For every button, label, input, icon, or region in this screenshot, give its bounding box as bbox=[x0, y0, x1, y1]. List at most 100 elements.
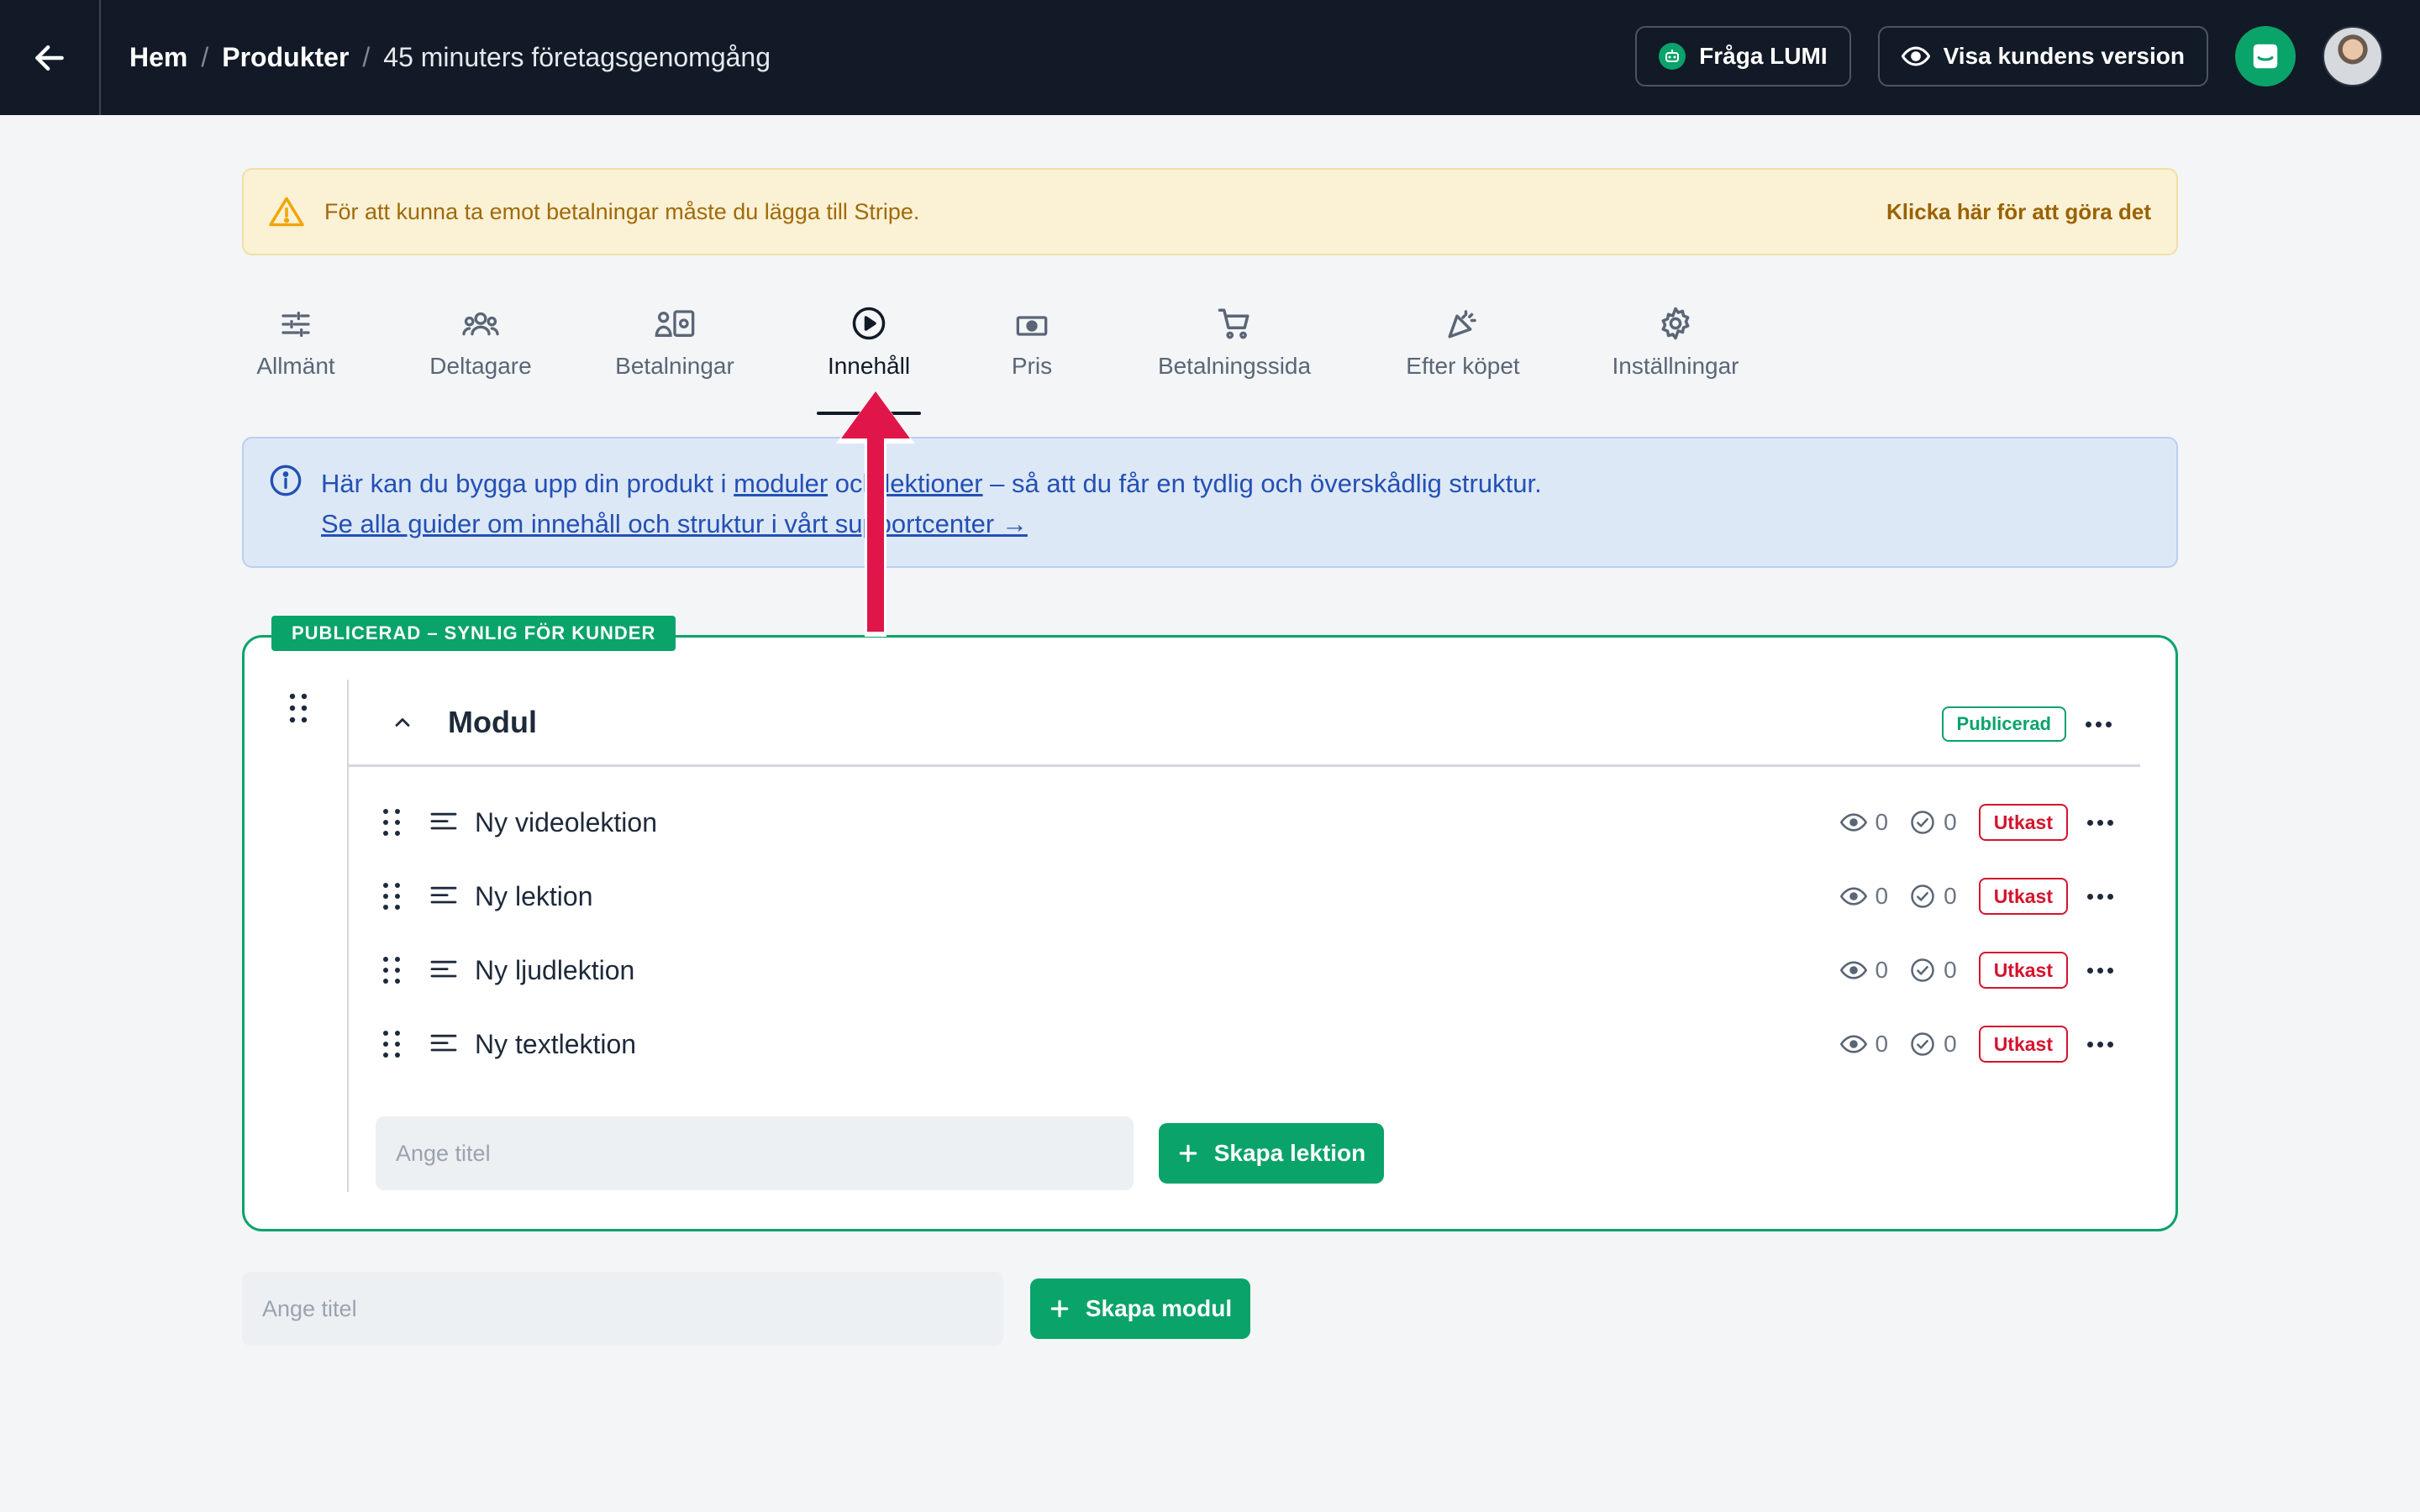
views-count: 0 bbox=[1839, 1031, 1888, 1058]
tab-label: Deltagare bbox=[429, 353, 532, 379]
lesson-title: Ny textlektion bbox=[475, 1028, 637, 1059]
gear-icon bbox=[1661, 307, 1690, 340]
chevron-up-icon[interactable] bbox=[391, 711, 414, 734]
create-module-button[interactable]: Skapa modul bbox=[1030, 1278, 1250, 1339]
tab-price[interactable]: Pris bbox=[1010, 297, 1054, 398]
arrow-left-icon bbox=[35, 45, 64, 71]
view-customer-version-label: Visa kundens version bbox=[1943, 43, 2185, 69]
tab-payments[interactable]: Betalningar bbox=[612, 297, 738, 398]
text-lines-icon bbox=[430, 1034, 457, 1052]
back-button[interactable] bbox=[0, 0, 101, 115]
tab-payment-page[interactable]: Betalningssida bbox=[1155, 297, 1314, 398]
lesson-title: Ny ljudlektion bbox=[475, 954, 635, 985]
views-count: 0 bbox=[1839, 883, 1888, 910]
lesson-more-button[interactable] bbox=[2087, 819, 2113, 826]
module-card: PUBLICERAD – SYNLIG FÖR KUNDER Modul Pub… bbox=[242, 616, 2178, 1231]
ask-lumi-label: Fråga LUMI bbox=[1699, 43, 1828, 69]
add-stripe-link[interactable]: Klicka här för att göra det bbox=[1886, 199, 2151, 225]
tab-participants[interactable]: Deltagare bbox=[427, 297, 534, 398]
lesson-row[interactable]: Ny lektion 0 0 Utkast bbox=[349, 859, 2142, 933]
breadcrumb-separator: / bbox=[201, 42, 209, 72]
create-module-label: Skapa modul bbox=[1085, 1295, 1233, 1321]
lesson-title: Ny lektion bbox=[475, 880, 593, 911]
party-icon bbox=[1448, 310, 1476, 339]
status-badge: Utkast bbox=[1978, 1026, 2068, 1063]
tab-label: Inställningar bbox=[1612, 353, 1739, 379]
status-badge: Utkast bbox=[1978, 804, 2068, 841]
lesson-more-button[interactable] bbox=[2087, 1041, 2113, 1047]
lesson-row[interactable]: Ny ljudlektion 0 0 Utkast bbox=[349, 933, 2142, 1007]
tab-content[interactable]: Innehåll bbox=[817, 297, 921, 415]
plus-icon bbox=[1179, 1144, 1197, 1163]
eye-icon bbox=[1839, 813, 1867, 832]
info-line-1: Här kan du bygga upp din produkt i modul… bbox=[321, 464, 1542, 504]
support-center-link[interactable]: Se alla guider om innehåll och struktur … bbox=[321, 509, 1028, 538]
eye-icon bbox=[1901, 46, 1930, 66]
create-lesson-label: Skapa lektion bbox=[1213, 1140, 1366, 1166]
drag-handle-icon[interactable] bbox=[382, 882, 401, 911]
check-circle-icon bbox=[1911, 958, 1934, 982]
avatar[interactable] bbox=[2323, 26, 2383, 87]
module-more-button[interactable] bbox=[2086, 722, 2112, 727]
check-circle-icon bbox=[1911, 885, 1934, 908]
drag-handle-icon bbox=[289, 693, 308, 723]
check-circle-icon bbox=[1911, 1032, 1934, 1056]
tab-label: Innehåll bbox=[827, 353, 911, 379]
money-icon bbox=[1016, 316, 1048, 336]
breadcrumb-current: 45 minuters företagsgenomgång bbox=[383, 42, 771, 72]
lesson-title-input[interactable]: Ange titel bbox=[376, 1116, 1134, 1190]
tab-general[interactable]: Allmänt bbox=[242, 297, 350, 398]
plus-icon bbox=[1050, 1299, 1069, 1318]
payments-icon bbox=[655, 310, 695, 337]
breadcrumb: Hem / Produkter / 45 minuters företagsge… bbox=[129, 42, 771, 73]
tab-label: Betalningar bbox=[615, 353, 734, 379]
completed-count: 0 bbox=[1910, 883, 1957, 910]
completed-count: 0 bbox=[1910, 809, 1957, 836]
breadcrumb-home[interactable]: Hem bbox=[129, 42, 187, 73]
cart-icon bbox=[1218, 308, 1249, 339]
tab-label: Betalningssida bbox=[1157, 353, 1312, 379]
lesson-more-button[interactable] bbox=[2087, 967, 2113, 974]
text-lines-icon bbox=[430, 960, 457, 978]
lesson-row[interactable]: Ny textlektion 0 0 Utkast bbox=[349, 1007, 2142, 1081]
warning-text: För att kunna ta emot betalningar måste … bbox=[324, 198, 920, 224]
modules-link[interactable]: moduler bbox=[734, 469, 828, 498]
text-lines-icon bbox=[430, 886, 457, 904]
module-title-input[interactable]: Ange titel bbox=[242, 1272, 1003, 1346]
text-lines-icon bbox=[430, 812, 457, 830]
content-info-box: Här kan du bygga upp din produkt i modul… bbox=[242, 437, 2178, 568]
play-circle-icon bbox=[852, 307, 886, 340]
lesson-row[interactable]: Ny videolektion 0 0 Utkast bbox=[349, 785, 2142, 859]
create-lesson-button[interactable]: Skapa lektion bbox=[1159, 1123, 1384, 1184]
tab-label: Pris bbox=[1011, 353, 1053, 379]
product-tabs: Allmänt Deltagare Betalningar Innehåll P… bbox=[242, 297, 1743, 415]
views-count: 0 bbox=[1839, 809, 1888, 836]
module-title[interactable]: Modul bbox=[448, 705, 537, 740]
tab-settings[interactable]: Inställningar bbox=[1608, 297, 1743, 398]
ask-lumi-button[interactable]: Fråga LUMI bbox=[1635, 26, 1851, 87]
annotation-arrow-icon bbox=[836, 391, 915, 637]
info-text: Här kan du bygga upp din produkt i bbox=[321, 469, 734, 498]
published-visibility-tag: PUBLICERAD – SYNLIG FÖR KUNDER bbox=[271, 616, 676, 651]
chat-icon bbox=[2253, 44, 2278, 69]
status-badge: Utkast bbox=[1978, 878, 2068, 915]
module-drag-handle[interactable] bbox=[288, 693, 308, 727]
drag-handle-icon[interactable] bbox=[382, 956, 401, 984]
sliders-icon bbox=[281, 312, 310, 337]
tab-label: Allmänt bbox=[256, 353, 335, 379]
people-icon bbox=[462, 312, 499, 336]
tab-after-purchase[interactable]: Efter köpet bbox=[1403, 297, 1523, 398]
view-customer-version-button[interactable]: Visa kundens version bbox=[1877, 26, 2208, 87]
completed-count: 0 bbox=[1910, 957, 1957, 984]
eye-icon bbox=[1839, 961, 1867, 979]
status-badge: Utkast bbox=[1978, 952, 2068, 989]
chat-button[interactable] bbox=[2235, 26, 2296, 87]
drag-handle-icon[interactable] bbox=[382, 808, 401, 837]
completed-count: 0 bbox=[1910, 1031, 1957, 1058]
check-circle-icon bbox=[1911, 811, 1934, 834]
lesson-more-button[interactable] bbox=[2087, 893, 2113, 900]
info-text: – så att du får en tydlig och överskådli… bbox=[982, 469, 1542, 498]
breadcrumb-products[interactable]: Produkter bbox=[222, 42, 349, 73]
drag-handle-icon[interactable] bbox=[382, 1030, 401, 1058]
eye-icon bbox=[1839, 1035, 1867, 1053]
